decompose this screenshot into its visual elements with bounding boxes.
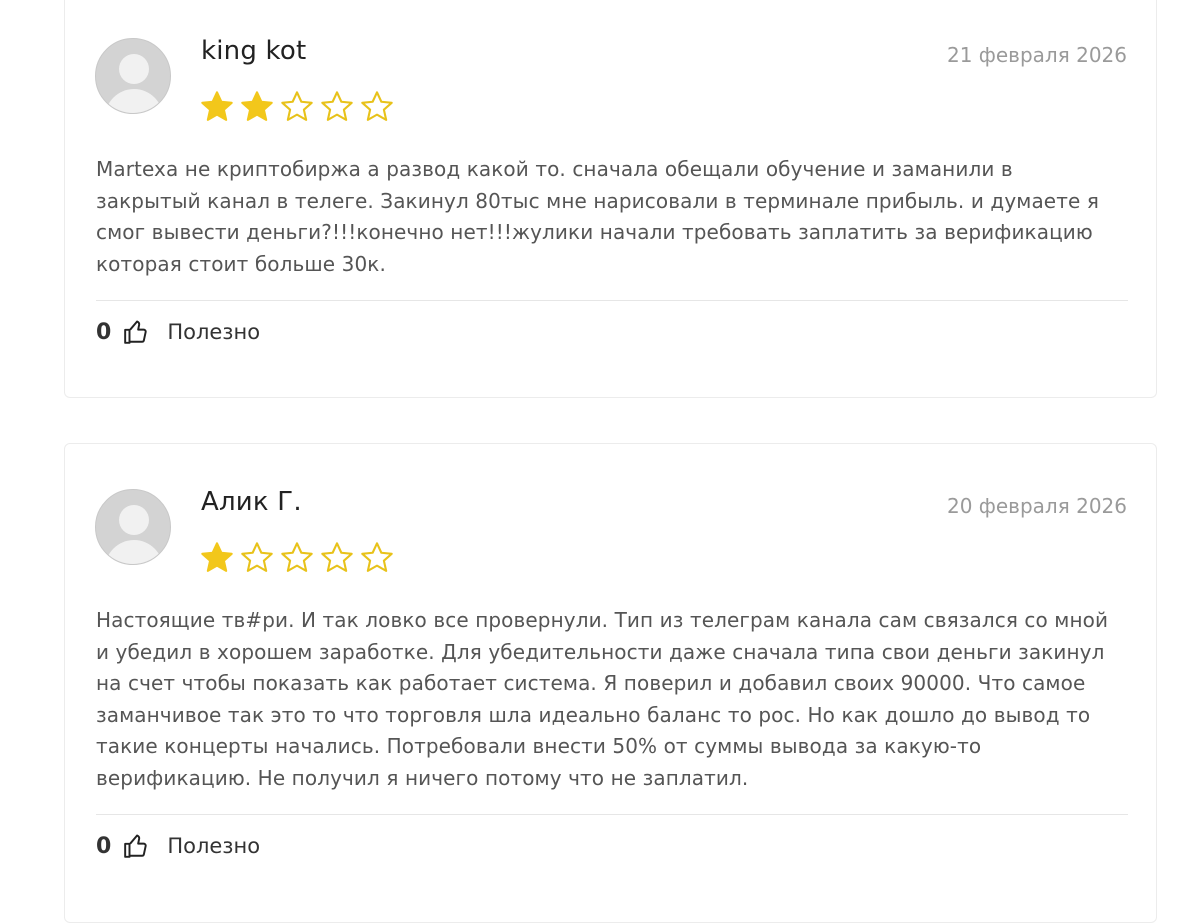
review-footer: 0 Полезно — [96, 319, 260, 345]
review-text-line: заманчивое так это то что торговля шла и… — [96, 702, 1091, 727]
star-empty-icon — [321, 91, 353, 121]
star-filled-icon — [201, 91, 233, 121]
review-date: 20 февраля 2026 — [946, 494, 1127, 518]
star-filled-icon — [241, 91, 273, 121]
review-text-line: Настоящие тв#ри. И так ловко все проверн… — [96, 608, 1109, 632]
review-text-line: закрытый канал в телеге. Закинул 80тыс м… — [96, 188, 1099, 213]
review-text-line: и убедил в хорошем заработке. Для убедит… — [96, 639, 1105, 664]
review-footer: 0 Полезно — [96, 833, 260, 859]
star-filled-icon — [201, 542, 233, 572]
helpful-button[interactable]: Полезно — [167, 320, 260, 344]
review-text-line: смог вывести деньги?!!!конечно нет!!!жул… — [96, 220, 1093, 244]
avatar — [95, 38, 171, 114]
review-text: Настоящие тв#ри. И так ловко все проверн… — [96, 605, 1136, 794]
helpful-button[interactable]: Полезно — [167, 834, 260, 858]
review-card: Алик Г. 20 февраля 2026 Настоящие тв#ри.… — [64, 443, 1157, 923]
star-empty-icon — [281, 91, 313, 121]
review-author: king kot — [201, 36, 307, 66]
star-empty-icon — [361, 542, 393, 572]
thumbs-up-icon[interactable] — [123, 319, 149, 345]
star-empty-icon — [361, 91, 393, 121]
review-text-line: такие концерты начались. Потребовали вне… — [96, 734, 982, 758]
divider — [96, 814, 1128, 815]
thumbs-up-icon[interactable] — [123, 833, 149, 859]
divider — [96, 300, 1128, 301]
review-card: king kot 21 февраля 2026 Martexa не крип… — [64, 0, 1157, 398]
review-text-line: на счет чтобы показать как работает сист… — [96, 671, 1086, 695]
review-text-line: Martexa не криптобиржа а развод какой то… — [96, 157, 1013, 181]
rating-stars — [199, 540, 395, 576]
review-date: 21 февраля 2026 — [946, 43, 1127, 67]
review-text-line: которая стоит больше 30к. — [96, 251, 386, 276]
like-count: 0 — [96, 319, 112, 345]
review-text: Martexa не криптобиржа а развод какой то… — [96, 154, 1136, 280]
avatar — [95, 489, 171, 565]
review-author: Алик Г. — [201, 487, 302, 517]
rating-stars — [199, 89, 395, 125]
star-empty-icon — [241, 542, 273, 572]
like-count: 0 — [96, 833, 112, 859]
star-empty-icon — [281, 542, 313, 572]
review-text-line: верификацию. Не получил я ничего потому … — [96, 765, 749, 790]
star-empty-icon — [321, 542, 353, 572]
